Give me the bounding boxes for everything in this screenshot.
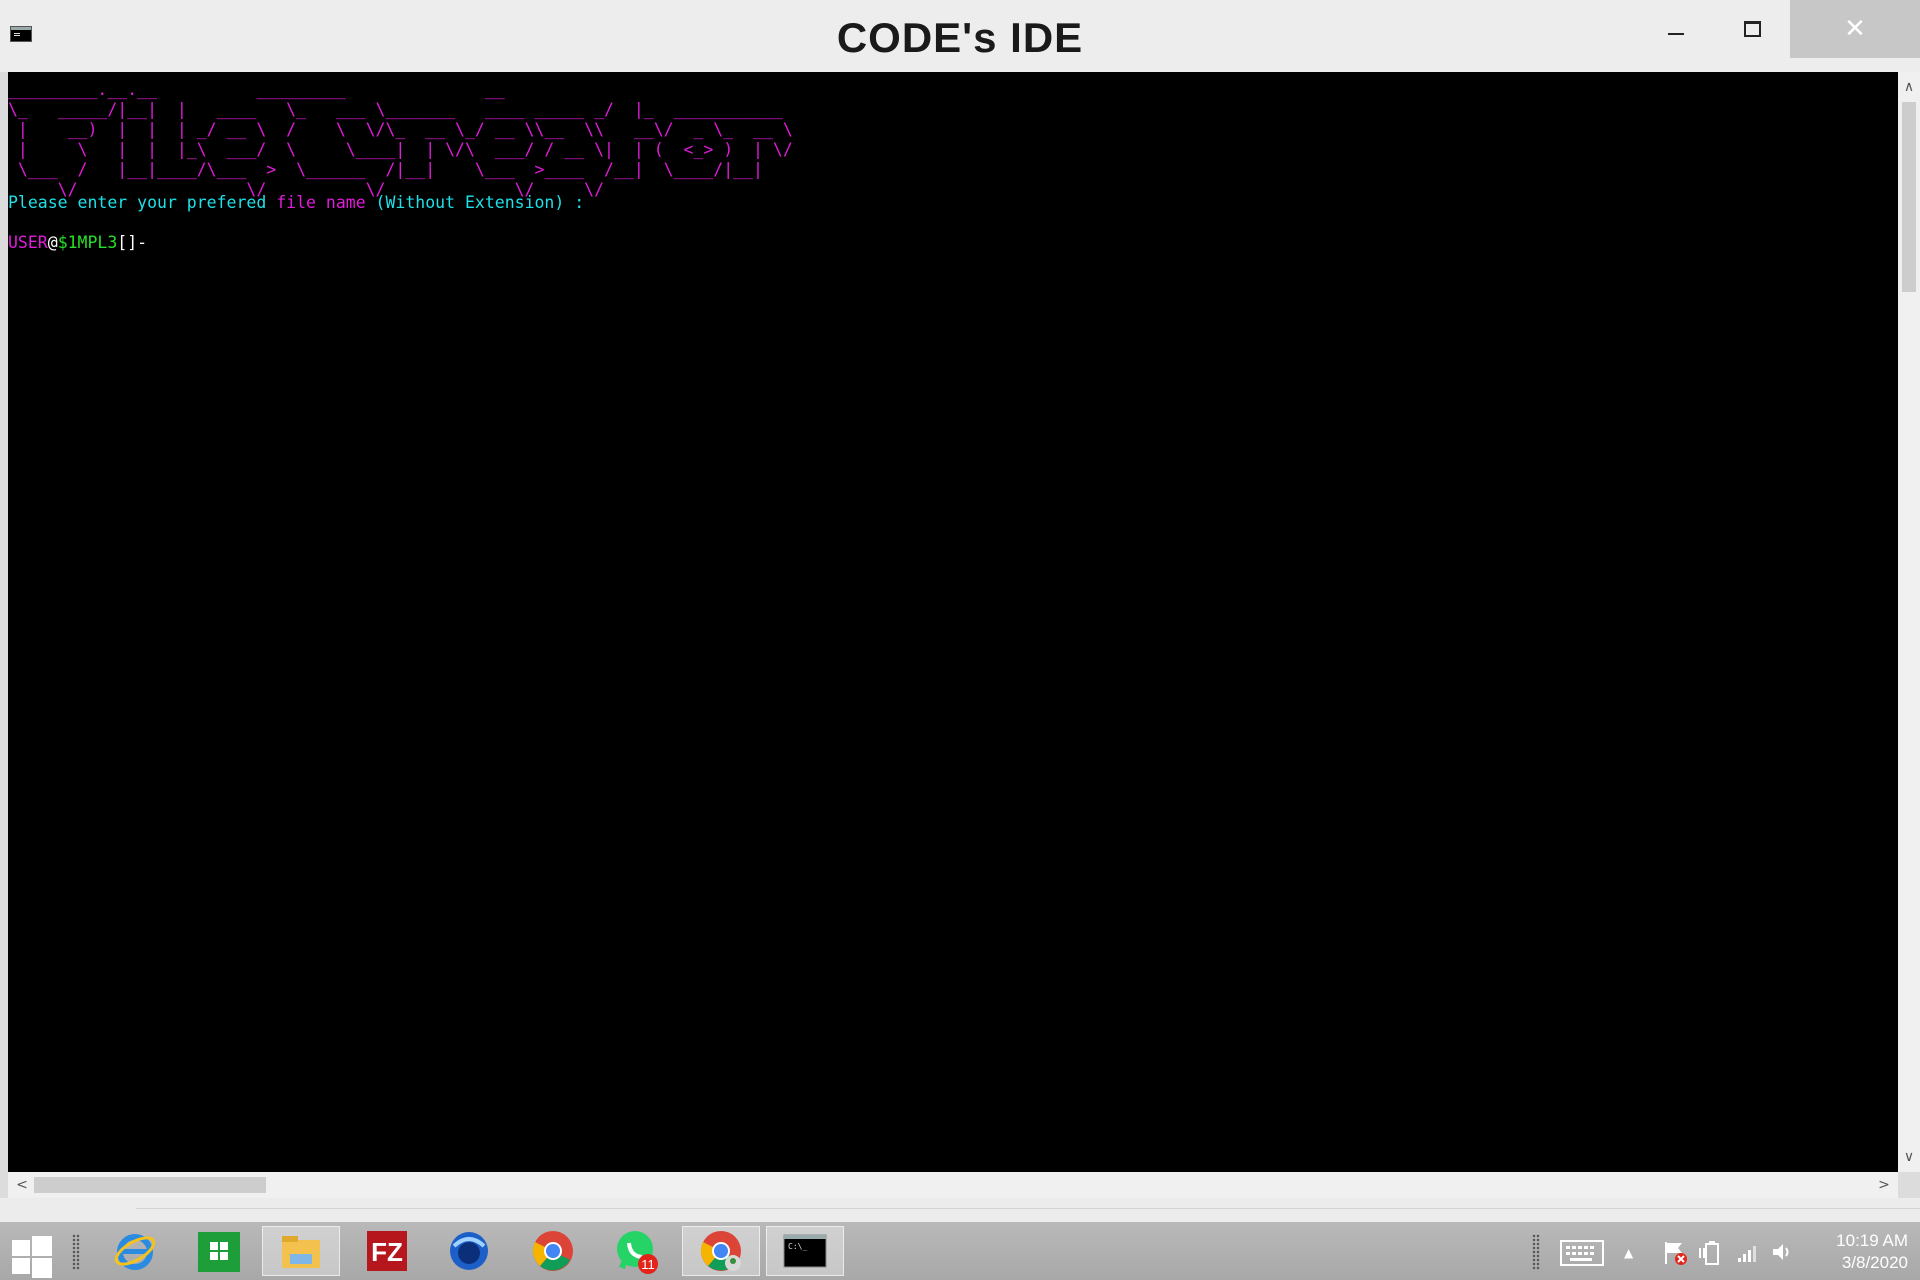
maximize-button[interactable] (1714, 0, 1790, 58)
vertical-scrollbar[interactable]: ∧ ∨ (1898, 72, 1920, 1172)
scroll-up-icon[interactable]: ∧ (1898, 76, 1920, 98)
banner-line: \_ _____/|__| | ____ \_ ___ \_______ ___… (8, 100, 783, 119)
window-bottom-border (0, 1198, 1920, 1224)
store-icon[interactable] (180, 1226, 258, 1276)
close-icon: ✕ (1844, 14, 1866, 44)
scroll-left-icon[interactable]: < (10, 1172, 34, 1198)
ascii-banner: _________.__.__ _________ __ \_ _____/|__… (8, 80, 793, 200)
volume-icon[interactable] (1770, 1240, 1794, 1269)
prompt-tail: []- (117, 233, 148, 252)
prompt-text-end: (Without Extension) : (365, 193, 585, 212)
window-title: CODE's IDE (836, 14, 1084, 61)
maximize-icon (1743, 21, 1761, 37)
horizontal-scroll-thumb[interactable] (34, 1177, 266, 1193)
network-signal-icon[interactable] (1736, 1240, 1760, 1269)
show-hidden-icons-icon[interactable]: ▲ (1624, 1246, 1633, 1260)
console-output[interactable]: _________.__.__ _________ __ \_ _____/|__… (8, 72, 1898, 1172)
command-input-line[interactable]: USER@$1MPL3[]- (8, 233, 147, 253)
vertical-scroll-thumb[interactable] (1902, 102, 1916, 292)
scroll-down-icon[interactable]: ∨ (1898, 1146, 1920, 1168)
thunderbird-icon[interactable] (430, 1226, 508, 1276)
action-center-flag-icon[interactable] (1662, 1240, 1688, 1271)
close-button[interactable]: ✕ (1790, 0, 1920, 58)
filename-prompt: Please enter your prefered file name (Wi… (8, 193, 584, 213)
taskbar-grip[interactable] (72, 1234, 80, 1270)
clock-time: 10:19 AM (1836, 1231, 1908, 1250)
scroll-right-icon[interactable]: > (1872, 1172, 1896, 1198)
windows-start-icon[interactable] (8, 1230, 54, 1278)
tray-grip[interactable] (1532, 1234, 1540, 1270)
banner-line: _________.__.__ _________ __ (8, 80, 505, 99)
banner-line: | __) | | | _/ __ \ / \ \/\_ __ \_/ __ \… (8, 120, 793, 139)
title-bar: CODE's IDE ✕ (0, 0, 1920, 72)
taskbar-clock[interactable]: 10:19 AM 3/8/2020 (1808, 1230, 1908, 1274)
prompt-highlight: file name (276, 193, 366, 212)
command-prompt-icon[interactable]: C:\_ (766, 1226, 844, 1276)
chrome-icon[interactable] (514, 1226, 592, 1276)
minimize-button[interactable] (1638, 0, 1714, 58)
whatsapp-badge: 11 (641, 1257, 655, 1272)
file-explorer-icon[interactable] (262, 1226, 340, 1276)
prompt-host: $1MPL3 (57, 233, 118, 252)
banner-line: | \ | | |_\ ___/ \ \____| | \/\ ___/ / _… (8, 140, 793, 159)
keyboard-icon[interactable] (1560, 1240, 1604, 1271)
svg-text:C:\_: C:\_ (788, 1242, 807, 1251)
chrome-user-icon[interactable] (682, 1226, 760, 1276)
prompt-at: @ (47, 233, 58, 252)
svg-text:FZ: FZ (371, 1237, 403, 1267)
clock-date: 3/8/2020 (1841, 1253, 1908, 1272)
banner-line: \___ / |__|____/\___ > \______ /|__| \__… (8, 160, 763, 179)
internet-explorer-icon[interactable] (96, 1226, 174, 1276)
battery-icon[interactable] (1698, 1240, 1724, 1271)
filezilla-icon[interactable]: FZ (348, 1226, 426, 1276)
whatsapp-icon[interactable]: 11 (598, 1226, 676, 1276)
taskbar: FZ 11 C:\_ ▲ 10:19 AM 3/8/2020 (0, 1222, 1920, 1280)
prompt-user: USER (8, 233, 48, 252)
prompt-text: Please enter your prefered (8, 193, 277, 212)
minimize-icon (1668, 33, 1684, 35)
horizontal-scrollbar[interactable]: < > (8, 1172, 1898, 1198)
